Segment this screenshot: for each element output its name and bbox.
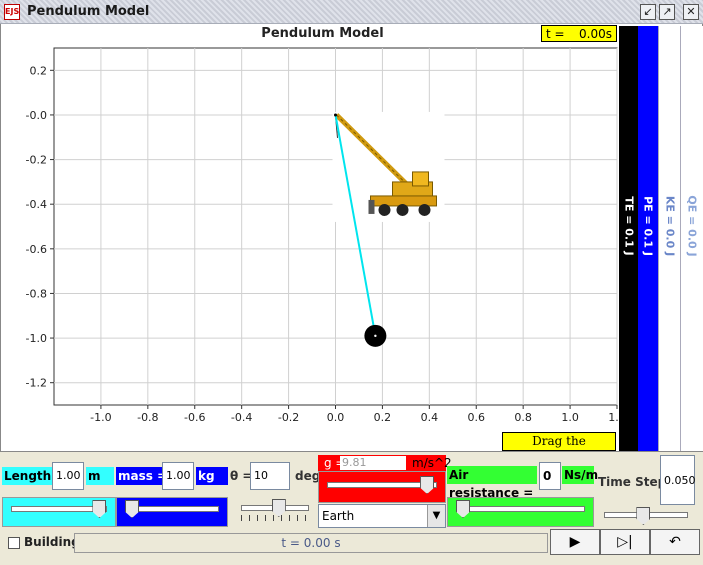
minimize-icon[interactable]: ↙ [640,4,656,20]
timestep-slider-thumb[interactable] [636,507,651,525]
x-tick-label: -0.4 [231,411,252,424]
x-tick-label: 1.0 [561,411,579,424]
crane-image [332,111,445,222]
gravity-header: g = 9.81 m/s^2 [318,455,452,471]
timestep-slider[interactable] [596,506,696,528]
gravity-field[interactable]: 9.81 [340,456,406,470]
play-button[interactable]: ▶ [550,529,600,555]
theta-slider[interactable] [233,497,317,527]
y-tick-label: 0.2 [30,64,48,77]
x-tick-label: -0.8 [137,411,158,424]
time-value: 0.00s [579,27,612,41]
y-tick-label: -0.4 [26,198,47,211]
total-energy-label: TE = 0.1 J [622,196,635,256]
timestep-field[interactable]: 0.050 [660,455,696,505]
gravity-slider[interactable] [318,471,446,503]
pendulum-bob-center [374,334,377,338]
plot-grid [50,47,618,409]
maximize-icon[interactable]: ↗ [659,4,675,20]
y-tick-label: -1.0 [26,332,47,345]
potential-energy-bar: PE = 0.1 J [638,26,658,451]
length-slider-thumb[interactable] [92,500,107,518]
y-tick-label: -0.6 [26,243,47,256]
time-label: t = [546,27,565,41]
air-resistance-unit: Ns/m [562,466,599,484]
length-field[interactable]: 1.00 [52,462,84,490]
air-resistance-slider-thumb[interactable] [456,500,470,518]
ejs-logo-icon: EJS [4,4,20,20]
mass-unit: kg [196,467,228,485]
thermal-energy-bar: QE = 0.0 J [680,26,703,451]
building-checkbox[interactable] [8,537,20,549]
x-tick-label: -1.0 [90,411,111,424]
kinetic-energy-bar: KE = 0.0 J [658,26,680,451]
play-icon: ▶ [569,534,581,550]
gravity-slider-thumb[interactable] [420,476,435,494]
total-energy-bar: TE = 0.1 J [619,26,638,451]
plot-title: Pendulum Model [261,26,384,41]
mass-slider-thumb[interactable] [125,500,139,518]
window-title: Pendulum Model [27,4,150,19]
pendulum-pivot [334,113,337,117]
y-tick-label: -0.8 [26,287,47,300]
y-tick-label: -0.2 [26,154,47,167]
step-button[interactable]: ▷| [600,529,650,555]
potential-energy-label: PE = 0.1 J [641,196,655,256]
mass-slider[interactable] [116,497,228,527]
close-icon[interactable]: ✕ [683,4,699,20]
x-tick-label: 0.4 [421,411,439,424]
x-tick-label: 0.8 [514,411,532,424]
x-tick-label: 0.2 [374,411,392,424]
air-resistance-slider[interactable] [447,497,594,527]
length-slider[interactable] [2,497,116,527]
status-field: t = 0.00 s [74,533,548,553]
kinetic-energy-label: KE = 0.0 J [663,195,676,257]
theta-field[interactable]: 10 [250,462,290,490]
x-tick-label: 0.0 [327,411,345,424]
air-resistance-label-bg: Air resistance = [447,466,537,500]
thermal-energy-label: QE = 0.0 J [685,195,699,257]
reset-icon: ↶ [669,534,681,550]
time-display: t = 0.00s [541,25,617,42]
mass-field[interactable]: 1.00 [162,462,194,490]
y-tick-label: -1.2 [26,377,47,390]
x-tick-label: -0.6 [184,411,205,424]
y-tick-label: -0.0 [26,109,47,122]
planet-select[interactable]: Earth ▼ [318,504,446,528]
air-resistance-field[interactable]: 0 [539,462,561,490]
building-label: Building [24,535,80,549]
pendulum-plot[interactable]: -1.0 -0.8 -0.6 -0.4 -0.2 0.0 0.2 0.4 0.6 0.8 1.0 1.… [0,24,620,451]
length-unit: m [86,467,114,485]
drag-hint-label: Drag the pendulum [502,432,616,465]
x-tick-label: 0.6 [468,411,486,424]
x-tick-label: -0.2 [278,411,299,424]
chevron-down-icon[interactable]: ▼ [427,505,445,527]
planet-select-value: Earth [322,509,355,523]
reset-button[interactable]: ↶ [650,529,700,555]
step-forward-icon: ▷| [617,534,633,550]
